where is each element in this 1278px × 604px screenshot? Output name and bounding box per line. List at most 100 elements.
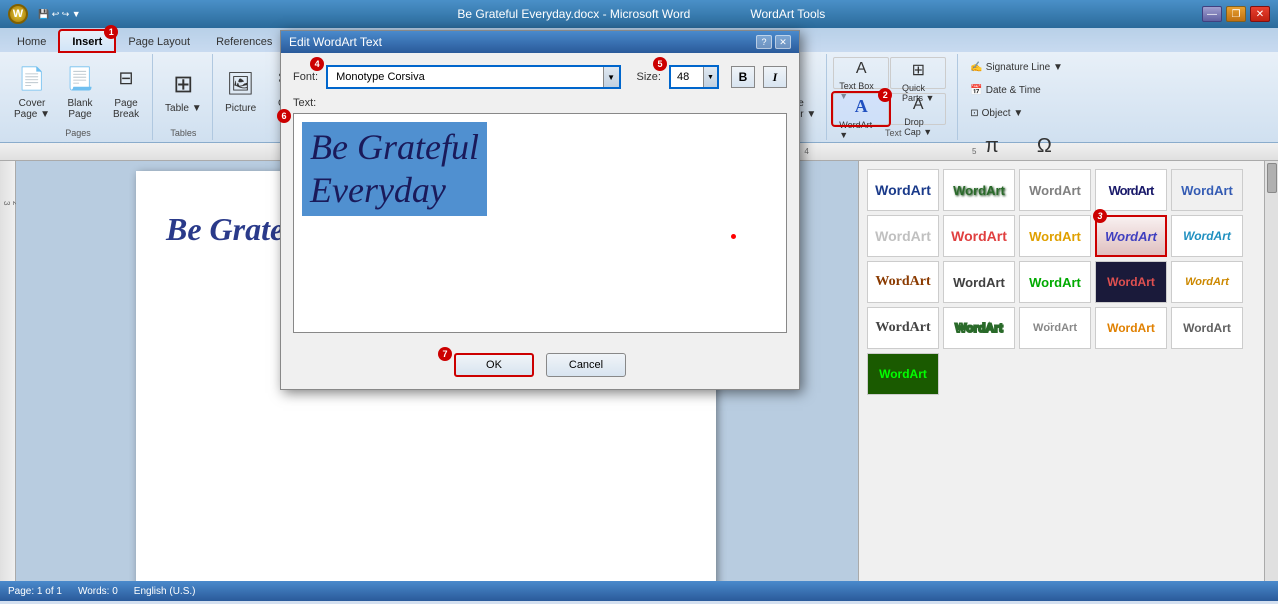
size-value: 48 (671, 71, 703, 83)
gallery-row-3: WordArt WordArt WordArt WordArt WordArt (867, 261, 1270, 303)
wordart-style-9-selected[interactable]: WordArt 3 (1095, 215, 1167, 257)
date-time-icon: 📅 (970, 85, 982, 96)
signature-line-button[interactable]: ✍ Signature Line ▼ (964, 56, 1069, 78)
title-bar-left: W 💾 ↩ ↪ ▼ (8, 4, 81, 24)
text-box-icon: A (856, 60, 867, 78)
gallery-row-2: WordArt WordArt WordArt WordArt 3 WordAr… (867, 215, 1270, 257)
wordart-style-20[interactable]: WordArt (1171, 307, 1243, 349)
font-dropdown-container[interactable]: Monotype Corsiva ▼ (326, 65, 620, 89)
wordart-style-17[interactable]: WordArt (943, 307, 1015, 349)
text-selected-content[interactable]: Be GratefulEveryday (302, 122, 487, 216)
object-button[interactable]: ⊡ Object ▼ (964, 102, 1029, 124)
wordart-style-11[interactable]: WordArt (867, 261, 939, 303)
status-bar: Page: 1 of 1 Words: 0 English (U.S.) (0, 581, 1278, 601)
wordart-style-5[interactable]: WordArt (1171, 169, 1243, 211)
dialog-title-bar: Edit WordArt Text ? ✕ (281, 31, 799, 53)
tab-home[interactable]: Home (4, 30, 59, 52)
office-button[interactable]: W (8, 4, 28, 24)
wordart-style-18[interactable]: Wο̈rdArt (1019, 307, 1091, 349)
font-dropdown-arrow[interactable]: ▼ (603, 67, 619, 87)
size-stepper-arrows[interactable]: ▼ (703, 67, 717, 87)
wordart-style-7[interactable]: WordArt (943, 215, 1015, 257)
close-button[interactable]: ✕ (1250, 6, 1270, 22)
wordart-style-21[interactable]: WordArt (867, 353, 939, 395)
dialog-close-button[interactable]: ✕ (775, 35, 791, 49)
wordart-button[interactable]: A WordArt ▼ 2 (833, 93, 889, 125)
ok-btn-wrapper: 7 OK (454, 353, 534, 377)
dialog-title-buttons: ? ✕ (756, 35, 791, 49)
font-value: Monotype Corsiva (328, 71, 602, 83)
wordart-style-14[interactable]: WordArt (1095, 261, 1167, 303)
wordart-style-3[interactable]: WordArt (1019, 169, 1091, 211)
wordart-style-12[interactable]: WordArt (943, 261, 1015, 303)
cancel-button[interactable]: Cancel (546, 353, 626, 377)
group-tables: ⊞ Table ▼ Tables (155, 54, 213, 140)
ok-button[interactable]: OK (454, 353, 534, 377)
tables-label: Tables (170, 126, 196, 138)
group-symbols: ✍ Signature Line ▼ 📅 Date & Time ⊡ Objec… (960, 54, 1073, 140)
picture-button[interactable]: 🖼 Picture (219, 57, 263, 125)
drop-cap-icon: A (913, 96, 924, 114)
text-label: Text (885, 126, 902, 138)
minimize-button[interactable]: — (1202, 6, 1222, 22)
blank-page-button[interactable]: 📃 BlankPage (58, 57, 102, 125)
text-box-button[interactable]: A Text Box ▼ (833, 57, 889, 89)
dialog-title-text: Edit WordArt Text (289, 35, 382, 49)
quick-parts-button[interactable]: ⊞ QuickParts ▼ (890, 57, 946, 89)
restore-button[interactable]: ❐ (1226, 6, 1246, 22)
wordart-style-15[interactable]: WordArt (1171, 261, 1243, 303)
quick-parts-icon: ⊞ (912, 60, 925, 80)
gallery-scrollbar[interactable] (1264, 161, 1278, 581)
object-icon: ⊡ (970, 108, 978, 119)
wordart-style-19[interactable]: WordArt (1095, 307, 1167, 349)
group-text: A Text Box ▼ ⊞ QuickParts ▼ A WordArt ▼ … (829, 54, 958, 140)
gallery-row-4: WordArt WordArt Wο̈rdArt WordArt WordArt (867, 307, 1270, 349)
badge-text-area: 6 (277, 109, 291, 123)
title-bar: W 💾 ↩ ↪ ▼ Be Grateful Everyday.docx - Mi… (0, 0, 1278, 28)
tab-page-layout[interactable]: Page Layout (115, 30, 203, 52)
wordart-style-16[interactable]: WordArt (867, 307, 939, 349)
wordart-style-2[interactable]: WordArt (943, 169, 1015, 211)
wordart-icon: A (855, 96, 868, 117)
edit-wordart-dialog[interactable]: Edit WordArt Text ? ✕ Font: 4 Monotype C… (280, 30, 800, 390)
status-words: Words: 0 (78, 586, 118, 597)
tab-insert[interactable]: Insert 1 (59, 30, 115, 52)
tab-references[interactable]: References (203, 30, 285, 52)
gallery-scroll-thumb[interactable] (1267, 163, 1277, 193)
table-icon: ⊞ (167, 68, 199, 100)
page-break-button[interactable]: ⊟ PageBreak (104, 57, 148, 125)
cover-page-button[interactable]: 📄 CoverPage ▼ (8, 57, 56, 125)
wordart-style-13[interactable]: WordArt (1019, 261, 1091, 303)
dialog-footer: 7 OK Cancel (281, 345, 799, 389)
text-cursor-indicator (731, 234, 736, 239)
drop-cap-button[interactable]: A DropCap ▼ (890, 93, 946, 125)
size-input-container[interactable]: 48 ▼ (669, 65, 719, 89)
gallery-container: WordArt WordArt WordArt WordArt WordArt … (859, 161, 1278, 407)
title-bar-title: Be Grateful Everyday.docx - Microsoft Wo… (81, 7, 1202, 21)
badge-wordart: 2 (878, 88, 892, 102)
bold-button[interactable]: B (731, 66, 755, 88)
italic-button[interactable]: I (763, 66, 787, 88)
badge-ok-btn: 7 (438, 347, 452, 361)
table-button[interactable]: ⊞ Table ▼ (159, 57, 208, 125)
wordart-style-6[interactable]: WordArt (867, 215, 939, 257)
wordart-style-8[interactable]: WordArt (1019, 215, 1091, 257)
dialog-help-button[interactable]: ? (756, 35, 772, 49)
wordart-style-4[interactable]: WordArt (1095, 169, 1167, 211)
badge-font-field: 4 (310, 57, 324, 71)
text-label-row: Text: (293, 97, 787, 109)
date-time-button[interactable]: 📅 Date & Time (964, 79, 1046, 101)
signature-line-icon: ✍ (970, 62, 982, 73)
wordart-style-10[interactable]: WordArt (1171, 215, 1243, 257)
gallery-row-1: WordArt WordArt WordArt WordArt WordArt (867, 169, 1270, 211)
text-area-wrapper: 6 Be GratefulEveryday (293, 113, 787, 333)
status-page: Page: 1 of 1 (8, 586, 62, 597)
wordart-style-1[interactable]: WordArt (867, 169, 939, 211)
status-lang: English (U.S.) (134, 586, 196, 597)
dialog-body: Font: 4 Monotype Corsiva ▼ Size: 5 48 ▼ (281, 53, 799, 345)
font-label: Font: (293, 71, 318, 83)
vertical-ruler: 1 2 3 (0, 161, 16, 581)
blank-page-icon: 📃 (64, 63, 96, 95)
text-area[interactable]: Be GratefulEveryday (293, 113, 787, 333)
badge-gallery-item: 3 (1093, 209, 1107, 223)
